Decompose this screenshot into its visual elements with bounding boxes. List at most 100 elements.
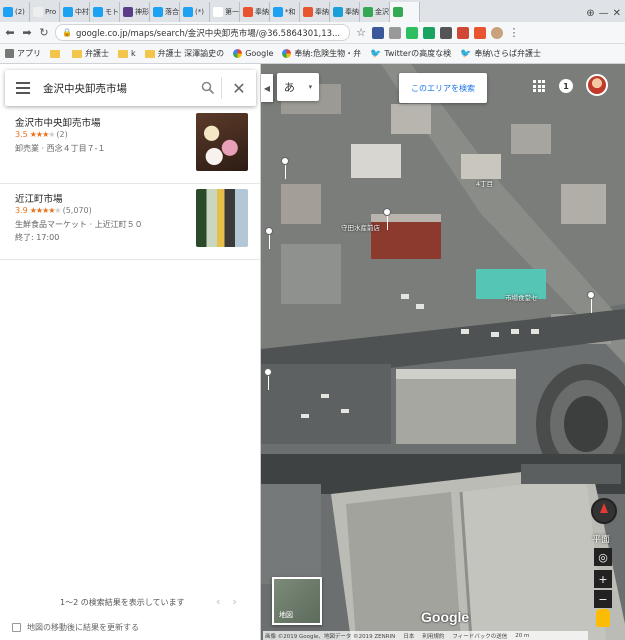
minimize-icon[interactable]: —	[599, 8, 609, 19]
collapse-panel-button[interactable]: ◀	[261, 74, 273, 102]
browser-tab[interactable]: (*)	[180, 2, 210, 22]
facebook-icon[interactable]	[372, 26, 384, 39]
search-input[interactable]: 金沢中央卸売市場	[41, 81, 195, 96]
bookmark-item[interactable]: k	[118, 49, 136, 58]
bookmark-label: 弁護士	[85, 49, 109, 58]
map-pin-icon[interactable]	[383, 208, 391, 230]
map-pin-icon[interactable]	[264, 368, 272, 390]
forward-icon[interactable]: ➡	[21, 26, 33, 39]
search-icon[interactable]	[195, 70, 221, 106]
tab-favicon-icon	[3, 7, 13, 17]
close-icon[interactable]: ✕	[222, 70, 256, 106]
bookmark-label: Google	[245, 49, 274, 58]
attribution-item[interactable]: 画像 ©2019 Google、地図データ ©2019 ZENRIN	[265, 632, 395, 640]
browser-tab[interactable]: 第一	[210, 2, 240, 22]
satellite-map[interactable]: 4丁目 守田水産前店 市場食堂セ	[261, 64, 625, 640]
bookmark-item[interactable]: 弁護士 深澤諭史の	[144, 48, 225, 59]
next-page-icon[interactable]: ›	[232, 595, 236, 608]
result-thumbnail[interactable]	[196, 189, 248, 247]
new-tab-icon[interactable]: ⊕	[586, 8, 594, 19]
browser-tab[interactable]: 神形	[120, 2, 150, 22]
result-name[interactable]: 近江町市場	[15, 191, 63, 205]
tab-label: 中村	[75, 8, 89, 16]
apps-grid-icon[interactable]	[533, 80, 545, 92]
browser-tab[interactable]: 落合	[150, 2, 180, 22]
browser-tab[interactable]: *和	[270, 2, 300, 22]
search-this-area-button[interactable]: このエリアを検索	[399, 73, 487, 103]
compass-icon[interactable]	[591, 498, 617, 524]
result-rating: 3.9 ★★★★★ (5,070)	[15, 206, 92, 215]
profile-icon[interactable]	[491, 26, 503, 39]
folder-icon	[50, 49, 60, 58]
twitter-icon: 🐦	[460, 48, 472, 59]
browser-tab[interactable]: 奉納	[300, 2, 330, 22]
result-item[interactable]: 金沢市中央卸売市場 3.5 ★★★★ (2) 卸売業 · 西念４丁目７-１	[0, 110, 260, 184]
tab-label: 神形	[135, 8, 149, 16]
ime-label: あ	[283, 81, 295, 94]
extension-icon[interactable]	[423, 26, 435, 39]
bookmark-item[interactable]: 🐦 奉納\さらば弁護士	[460, 48, 541, 59]
extension-icon[interactable]	[474, 26, 486, 39]
map-label-market: 市場食堂セ	[505, 294, 538, 302]
back-icon[interactable]: ⬅	[4, 26, 16, 39]
gmail-icon[interactable]	[457, 26, 469, 39]
browser-tab[interactable]: Pro	[30, 2, 60, 22]
tab-label: 奉納	[255, 8, 269, 16]
browser-tab[interactable]: 金沢	[360, 2, 390, 22]
result-count: 1〜2 の検索結果を表示しています	[60, 598, 185, 607]
menu-icon[interactable]: ⋮	[508, 26, 520, 39]
browser-tab[interactable]: モト	[90, 2, 120, 22]
notification-badge[interactable]: 1	[559, 79, 573, 93]
star-icon[interactable]: ☆	[355, 26, 367, 39]
browser-tab[interactable]: 奉納	[240, 2, 270, 22]
result-item[interactable]: 近江町市場 3.9 ★★★★★ (5,070) 生鮮食品マーケット · 上近江町…	[0, 186, 260, 260]
attribution-item[interactable]: 日本	[403, 632, 414, 640]
map-pin-icon[interactable]	[281, 157, 289, 179]
browser-tab[interactable]: 中村	[60, 2, 90, 22]
attribution-item[interactable]: 利用規約	[422, 632, 444, 640]
tab-label: 第一	[225, 8, 239, 16]
folder-icon	[72, 49, 82, 58]
flat-view-toggle[interactable]: 平面	[592, 532, 610, 545]
pegman-icon[interactable]	[596, 609, 610, 627]
result-thumbnail[interactable]	[196, 113, 248, 171]
ime-button[interactable]: あ ▾	[277, 73, 319, 101]
bookmark-label: 奉納:危険生物・弁	[294, 49, 362, 58]
avatar[interactable]	[586, 74, 608, 96]
my-location-icon[interactable]: ◎	[594, 548, 612, 566]
menu-icon[interactable]	[5, 70, 41, 106]
evernote-icon[interactable]	[406, 26, 418, 39]
bookmark-item[interactable]: 🐦 Twitterの高度な検	[370, 48, 451, 59]
attribution-item[interactable]: フィードバックの送信	[452, 632, 507, 640]
extensions: ⋮	[372, 26, 520, 39]
bookmark-item[interactable]: Google	[233, 49, 273, 58]
bookmark-item[interactable]: アプリ	[5, 48, 41, 59]
tab-label: (*)	[195, 8, 204, 16]
layer-switcher[interactable]: 地図	[272, 577, 322, 625]
update-on-move[interactable]: 地図の移動後に結果を更新する	[12, 622, 139, 633]
tab-favicon-icon	[153, 7, 163, 17]
checkbox[interactable]	[12, 623, 21, 632]
bookmark-item[interactable]	[50, 49, 63, 58]
map-pin-icon[interactable]	[587, 291, 595, 313]
apps-icon	[5, 49, 14, 58]
zoom-in-button[interactable]: +	[594, 570, 612, 588]
result-name[interactable]: 金沢市中央卸売市場	[15, 115, 101, 129]
extension-icon[interactable]	[389, 26, 401, 39]
bookmark-item[interactable]: 弁護士	[72, 48, 109, 59]
browser-tab[interactable]: (2)	[0, 2, 30, 22]
map-pin-icon[interactable]	[265, 227, 273, 249]
close-window-icon[interactable]: ✕	[613, 8, 621, 19]
attribution-item[interactable]: 20 m	[515, 633, 529, 639]
extension-icon[interactable]	[440, 26, 452, 39]
bookmark-item[interactable]: 奉納:危険生物・弁	[282, 48, 361, 59]
prev-page-icon[interactable]: ‹	[216, 595, 220, 608]
address-bar[interactable]: 🔒 google.co.jp/maps/search/金沢中央卸売市場/@36.…	[55, 24, 350, 41]
bookmark-label: 弁護士 深澤諭史の	[157, 49, 225, 58]
tab-label: 奉納	[315, 8, 329, 16]
browser-tab[interactable]: 奉納	[330, 2, 360, 22]
browser-tab[interactable]	[390, 2, 420, 22]
twitter-icon: 🐦	[370, 48, 382, 59]
reload-icon[interactable]: ↻	[38, 26, 50, 39]
zoom-out-button[interactable]: −	[594, 590, 612, 608]
